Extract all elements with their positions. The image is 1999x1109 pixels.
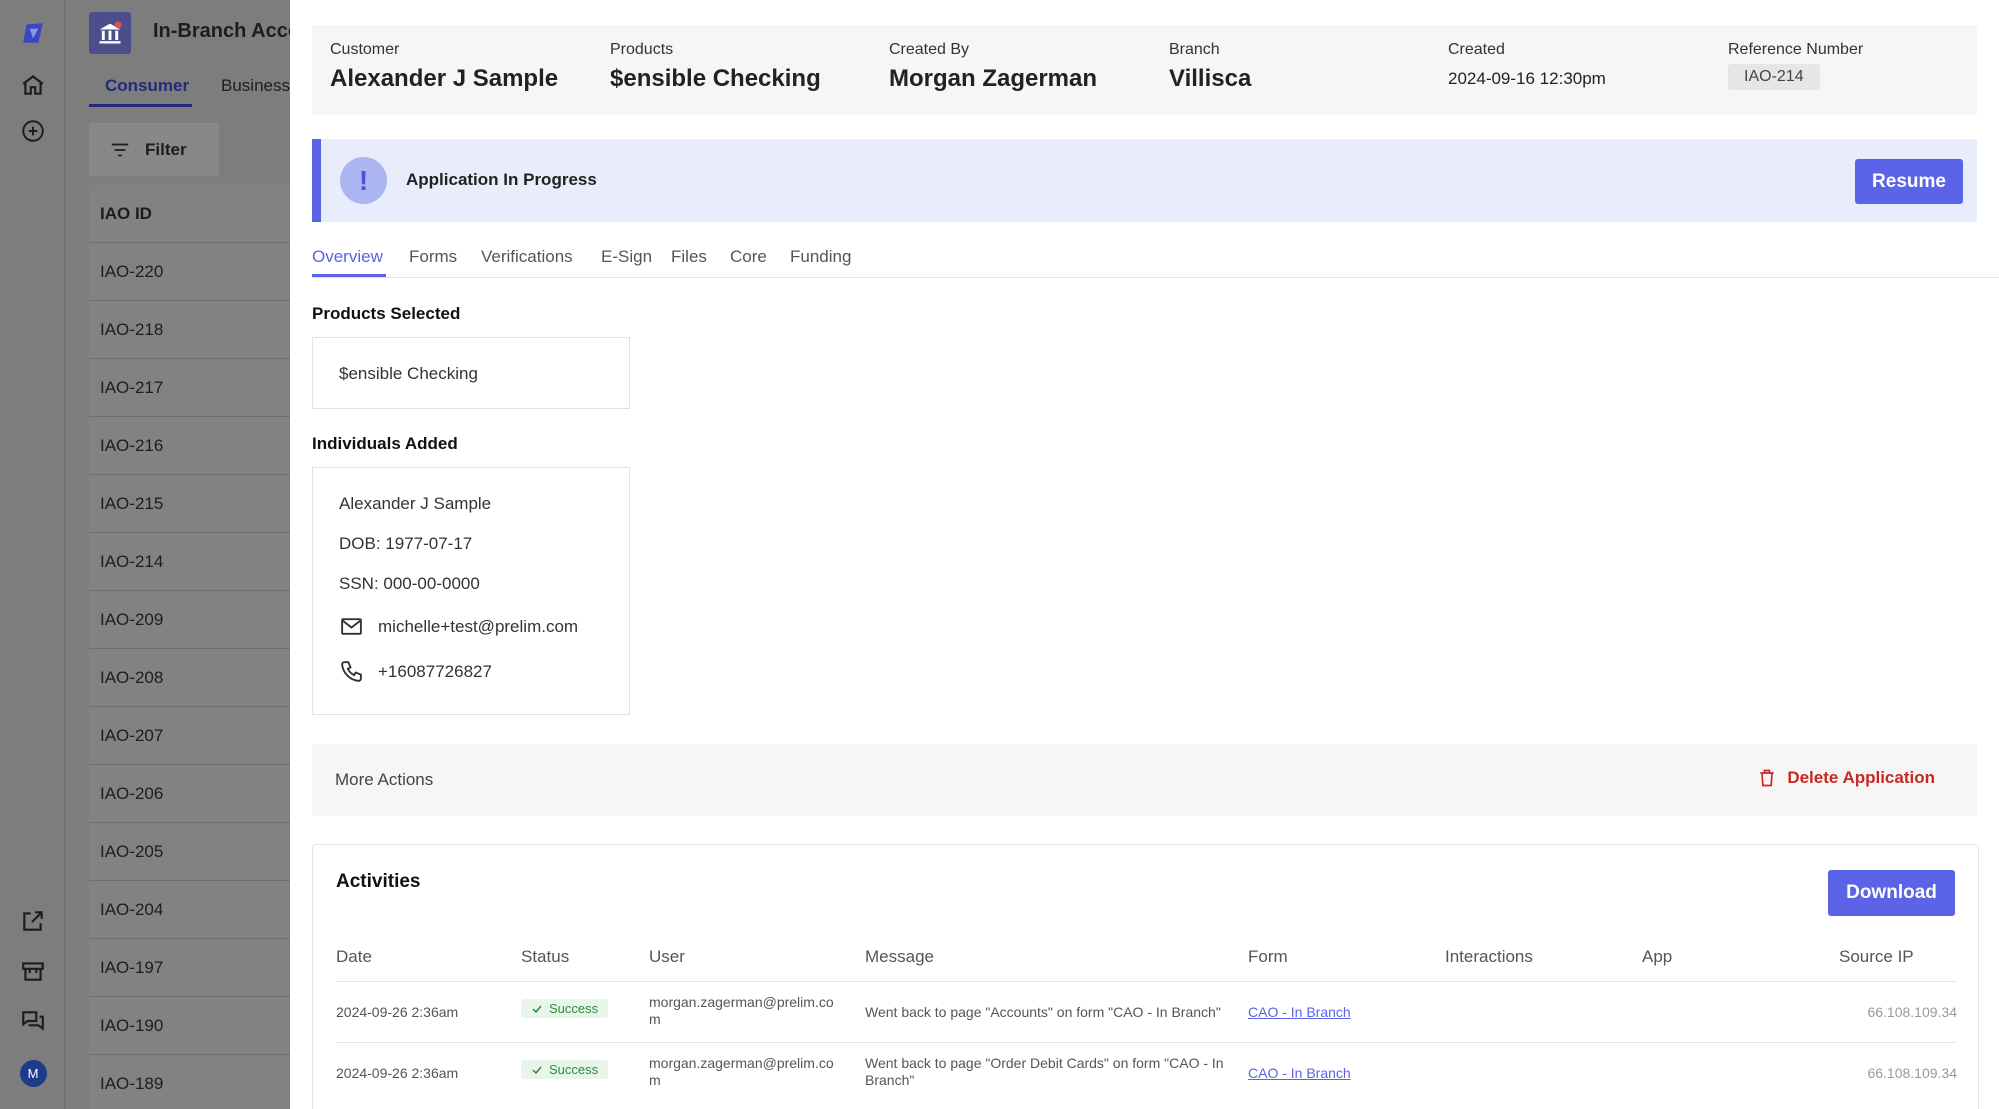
- row-form-link[interactable]: CAO - In Branch: [1248, 1065, 1351, 1082]
- list-item[interactable]: IAO-204: [89, 881, 290, 939]
- detail-tabs: Overview Forms Verifications E-Sign File…: [312, 246, 1999, 278]
- trash-icon: [1760, 769, 1774, 787]
- row-source-ip: 66.108.109.34: [1867, 1004, 1957, 1020]
- list-item[interactable]: IAO-205: [89, 823, 290, 881]
- logo-icon[interactable]: [18, 18, 48, 48]
- tab-verifications[interactable]: Verifications: [481, 247, 573, 267]
- list-item[interactable]: IAO-206: [89, 765, 290, 823]
- column-user[interactable]: User: [649, 947, 685, 967]
- summary-customer: Customer Alexander J Sample: [330, 41, 559, 92]
- individuals-added-heading: Individuals Added: [312, 434, 458, 453]
- list-item[interactable]: IAO-218: [89, 301, 290, 359]
- summary-created-by: Created By Morgan Zagerman: [889, 41, 1098, 92]
- table-row: 2024-09-26 2:36am Success morgan.zagerma…: [313, 982, 1980, 1043]
- list-header: IAO ID: [89, 185, 290, 243]
- column-source-ip[interactable]: Source IP: [1839, 947, 1914, 967]
- product-name: $ensible Checking: [339, 364, 478, 383]
- row-date: 2024-09-26 2:36am: [336, 1065, 459, 1081]
- list-item[interactable]: IAO-208: [89, 649, 290, 707]
- list-item[interactable]: IAO-207: [89, 707, 290, 765]
- application-summary: Customer Alexander J Sample Products $en…: [312, 25, 1977, 115]
- application-list: IAO ID IAO-220 IAO-218 IAO-217 IAO-216 I…: [89, 185, 290, 1109]
- chat-icon[interactable]: [18, 1006, 48, 1036]
- reference-badge: IAO-214: [1728, 64, 1820, 90]
- filter-icon: [111, 143, 129, 156]
- column-interactions[interactable]: Interactions: [1445, 947, 1533, 967]
- mail-icon: [341, 618, 362, 635]
- column-status[interactable]: Status: [521, 947, 569, 967]
- left-nav-rail: M: [0, 0, 65, 1109]
- check-icon: [532, 1005, 542, 1013]
- add-circle-icon[interactable]: [18, 116, 48, 146]
- application-detail-drawer: Customer Alexander J Sample Products $en…: [290, 0, 1999, 1109]
- status-text: Application In Progress: [406, 170, 597, 189]
- tab-core[interactable]: Core: [730, 247, 767, 267]
- resume-button[interactable]: Resume: [1855, 159, 1963, 204]
- individual-ssn: SSN: 000-00-0000: [339, 574, 480, 593]
- status-badge: Success: [521, 999, 609, 1018]
- bank-icon: [89, 12, 131, 54]
- more-actions-label: More Actions: [335, 770, 434, 789]
- tab-business[interactable]: Business: [221, 76, 290, 96]
- tab-consumer[interactable]: Consumer: [105, 76, 189, 96]
- download-button[interactable]: Download: [1828, 870, 1955, 916]
- row-source-ip: 66.108.109.34: [1867, 1065, 1957, 1081]
- column-app[interactable]: App: [1642, 947, 1672, 967]
- products-selected-heading: Products Selected: [312, 304, 461, 323]
- row-message: Went back to page "Order Debit Cards" on…: [865, 1055, 1224, 1088]
- column-message[interactable]: Message: [865, 947, 934, 967]
- summary-created: Created 2024-09-16 12:30pm: [1448, 41, 1606, 88]
- avatar[interactable]: M: [18, 1058, 48, 1088]
- tab-overview[interactable]: Overview: [312, 247, 383, 267]
- list-item[interactable]: IAO-214: [89, 533, 290, 591]
- list-item[interactable]: IAO-189: [89, 1055, 290, 1109]
- individual-phone: +16087726827: [339, 659, 492, 684]
- activities-panel: Activities Download Date Status User Mes…: [312, 844, 1979, 1109]
- app-title: In-Branch Acco: [153, 20, 290, 42]
- list-item[interactable]: IAO-190: [89, 997, 290, 1055]
- list-item[interactable]: IAO-215: [89, 475, 290, 533]
- tab-underline: [89, 104, 192, 107]
- summary-products: Products $ensible Checking: [610, 41, 821, 92]
- tab-forms[interactable]: Forms: [409, 247, 457, 267]
- home-icon[interactable]: [18, 70, 48, 100]
- check-icon: [532, 1066, 542, 1074]
- phone-icon: [341, 661, 362, 682]
- row-message: Went back to page "Accounts" on form "CA…: [865, 1004, 1221, 1020]
- individual-card: Alexander J Sample DOB: 1977-07-17 SSN: …: [312, 467, 630, 715]
- store-icon[interactable]: [18, 956, 48, 986]
- background-page: In-Branch Acco Consumer Business Filter …: [65, 0, 290, 1109]
- list-item[interactable]: IAO-220: [89, 243, 290, 301]
- row-form-link[interactable]: CAO - In Branch: [1248, 1004, 1351, 1021]
- list-item[interactable]: IAO-197: [89, 939, 290, 997]
- product-card: $ensible Checking: [312, 337, 630, 409]
- individual-dob: DOB: 1977-07-17: [339, 534, 473, 553]
- active-tab-underline: [312, 274, 386, 277]
- individual-name: Alexander J Sample: [339, 494, 492, 513]
- column-date[interactable]: Date: [336, 947, 372, 967]
- delete-application-button[interactable]: Delete Application: [1757, 768, 1935, 788]
- table-row: 2024-09-26 2:36am Success morgan.zagerma…: [313, 1043, 1980, 1104]
- summary-reference: Reference Number IAO-214: [1728, 41, 1863, 90]
- tab-funding[interactable]: Funding: [790, 247, 851, 267]
- row-date: 2024-09-26 2:36am: [336, 1004, 459, 1020]
- individual-email: michelle+test@prelim.com: [339, 614, 578, 639]
- row-user: morgan.zagerman@prelim.com: [649, 994, 834, 1027]
- list-item[interactable]: IAO-209: [89, 591, 290, 649]
- column-form[interactable]: Form: [1248, 947, 1288, 967]
- more-actions-bar: More Actions Delete Application: [312, 744, 1977, 816]
- list-item[interactable]: IAO-216: [89, 417, 290, 475]
- status-banner: ! Application In Progress Resume: [312, 139, 1977, 222]
- status-badge: Success: [521, 1060, 609, 1079]
- row-user: morgan.zagerman@prelim.com: [649, 1055, 834, 1088]
- tab-files[interactable]: Files: [671, 247, 707, 267]
- summary-branch: Branch Villisca: [1169, 41, 1252, 92]
- external-link-icon[interactable]: [18, 906, 48, 936]
- filter-button[interactable]: Filter: [89, 123, 219, 176]
- alert-icon: !: [340, 157, 387, 204]
- tab-e-sign[interactable]: E-Sign: [601, 247, 652, 267]
- activities-title: Activities: [336, 871, 421, 892]
- list-item[interactable]: IAO-217: [89, 359, 290, 417]
